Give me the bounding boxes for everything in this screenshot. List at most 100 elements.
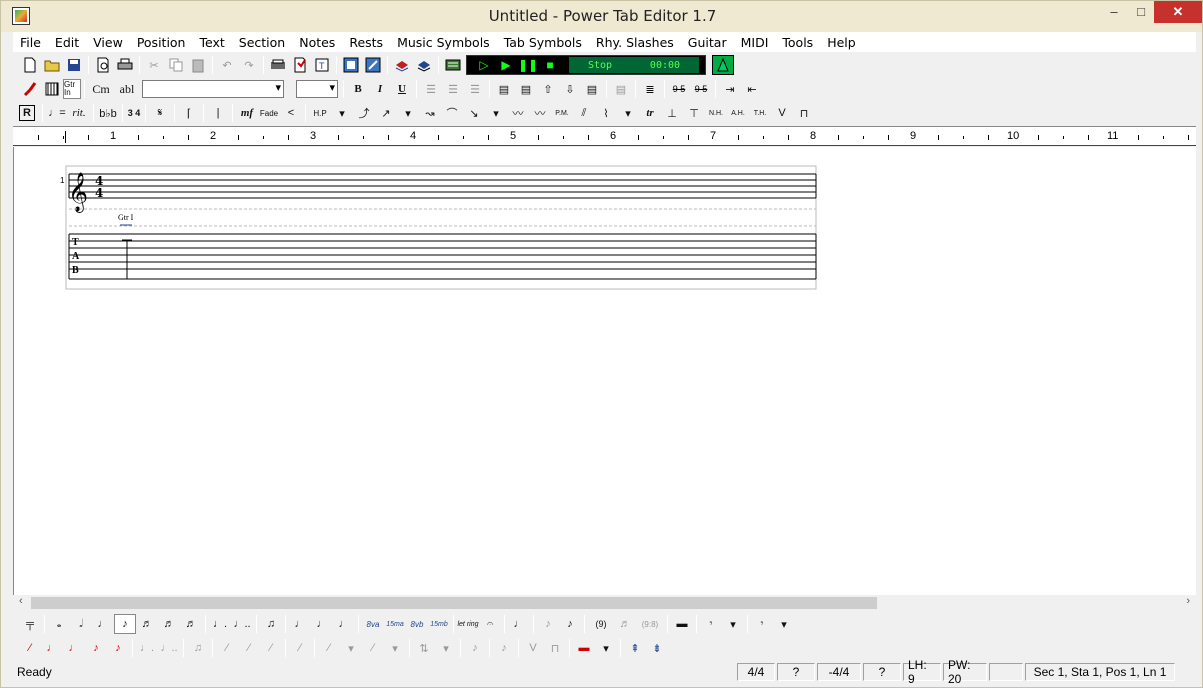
menu-edit[interactable]: Edit [48, 35, 86, 50]
arpeggio-icon[interactable]: ⌇ [595, 103, 617, 123]
natural-harmonic-button[interactable]: N.H. [705, 103, 727, 123]
guitar-in-button[interactable]: Gtr In [63, 79, 81, 99]
tuning-icon[interactable] [41, 79, 63, 99]
shift-back-button[interactable]: 9 5 [668, 79, 690, 99]
slash-double-dotted-icon[interactable]: ♩.. [158, 638, 180, 658]
ritardando-button[interactable]: rit. [68, 103, 90, 123]
dropdown-arrow-icon[interactable]: ▾ [331, 103, 353, 123]
maximize-button[interactable]: □ [1127, 1, 1155, 23]
slash-tuplet-icon[interactable]: ♪ [493, 638, 515, 658]
grace-note-icon[interactable]: ♩ [508, 614, 530, 634]
indent-increase-icon[interactable]: ⇥ [719, 79, 741, 99]
dropdown-arrow-icon[interactable]: ▾ [617, 103, 639, 123]
dropdown-arrow-icon[interactable]: ▾ [485, 103, 507, 123]
slash-tie-icon[interactable]: ♫ [187, 638, 209, 658]
italic-button[interactable]: I [369, 79, 391, 99]
palm-mute-button[interactable]: P.M. [551, 103, 573, 123]
barline-single-icon[interactable]: | [207, 103, 229, 123]
chord-name-button[interactable]: Cm [88, 79, 114, 99]
slash-downstroke-icon[interactable]: ⊓ [544, 638, 566, 658]
tab-staff[interactable] [68, 233, 817, 280]
irregular-group-icon[interactable]: ♬ [614, 614, 636, 634]
paste-icon[interactable] [187, 55, 209, 75]
save-icon[interactable] [63, 55, 85, 75]
sixteenth-note-icon[interactable]: ♬ [136, 614, 158, 634]
layers-blue-icon[interactable] [413, 55, 435, 75]
rest-icon[interactable]: 𝄾 [700, 614, 722, 634]
slash-upstroke-icon[interactable]: V [522, 638, 544, 658]
cue-note-icon[interactable]: ♪ [537, 614, 559, 634]
slash-rest-dotted-icon[interactable]: ⁄ [362, 638, 384, 658]
slide-into-icon[interactable]: ↝ [419, 103, 441, 123]
key-signature-button[interactable]: b♭b [97, 103, 119, 123]
align-left-icon[interactable]: ☰ [420, 79, 442, 99]
play-from-start-icon[interactable]: ▶ [495, 58, 517, 72]
eighth-note-icon[interactable]: ♪ [114, 614, 136, 634]
slash-marcato-icon[interactable]: ⁄ [260, 638, 282, 658]
pick-stroke-icon[interactable]: ⊥ [661, 103, 683, 123]
close-button[interactable]: ✕ [1154, 1, 1202, 23]
menu-notes[interactable]: Notes [292, 35, 342, 50]
tap-icon[interactable]: ⌒ [441, 103, 463, 123]
text-doc-icon[interactable]: T [311, 55, 333, 75]
copy-icon[interactable] [165, 55, 187, 75]
dropdown-arrow-icon[interactable]: ▾ [722, 614, 744, 634]
dropdown-arrow-icon[interactable]: ▾ [397, 103, 419, 123]
menu-tools[interactable]: Tools [775, 35, 820, 50]
dropdown-arrow-icon[interactable]: ▾ [340, 638, 362, 658]
menu-file[interactable]: File [13, 35, 48, 50]
bend-icon[interactable]: ⤴ [353, 103, 375, 123]
menu-section[interactable]: Section [232, 35, 292, 50]
time-signature-button[interactable]: 3 4 [126, 103, 142, 123]
double-dotted-note-icon[interactable]: ♩.. [231, 614, 253, 634]
let-ring-button[interactable]: let ring [457, 614, 479, 634]
menu-help[interactable]: Help [820, 35, 863, 50]
wide-vibrato-icon[interactable]: 〰 [529, 103, 551, 123]
tremolo-icon[interactable]: ⫽ [573, 103, 595, 123]
metronome-icon[interactable] [712, 55, 734, 75]
quindicesima-bassa-button[interactable]: 15mb [428, 614, 450, 634]
minimize-button[interactable]: – [1100, 1, 1128, 23]
whole-note-icon[interactable]: 𝅝 [48, 614, 70, 634]
menu-guitar[interactable]: Guitar [681, 35, 734, 50]
play-icon[interactable]: ▷ [473, 58, 495, 72]
ottava-button[interactable]: 8va [362, 614, 384, 634]
fermata-icon[interactable]: 𝄐 [479, 614, 501, 634]
quindicesima-button[interactable]: 15ma [384, 614, 406, 634]
menu-tab-symbols[interactable]: Tab Symbols [497, 35, 589, 50]
font-select[interactable] [142, 80, 284, 98]
tie-icon[interactable]: ♫ [260, 614, 282, 634]
menu-music-symbols[interactable]: Music Symbols [390, 35, 497, 50]
scroll-left-icon[interactable]: ‹ [19, 595, 23, 607]
insert-staff-above-icon[interactable]: ▤ [493, 79, 515, 99]
slide-icon[interactable]: ↗ [375, 103, 397, 123]
menu-position[interactable]: Position [130, 35, 193, 50]
scroll-right-icon[interactable]: › [1186, 595, 1190, 607]
vibrato-icon[interactable]: 〰 [507, 103, 529, 123]
open-folder-icon[interactable] [41, 55, 63, 75]
insert-staff-icon[interactable]: ▤ [515, 79, 537, 99]
repeat-ending-icon[interactable]: ⌈ [178, 103, 200, 123]
tempo-icon[interactable]: ♩= [46, 103, 68, 123]
music-staff[interactable] [68, 173, 817, 199]
tap-t-icon[interactable]: ⊤ [683, 103, 705, 123]
thirtysecond-note-icon[interactable]: ♬ [158, 614, 180, 634]
slash-grace-icon[interactable]: ♪ [464, 638, 486, 658]
trill-button[interactable]: tr [639, 103, 661, 123]
align-center-icon[interactable]: ☰ [442, 79, 464, 99]
tuplet-button[interactable]: (9) [588, 614, 614, 634]
fit-page-icon[interactable] [340, 55, 362, 75]
barline-icon[interactable]: ≣ [639, 79, 661, 99]
menu-rests[interactable]: Rests [342, 35, 390, 50]
slash-staccato-icon[interactable]: ⁄ [216, 638, 238, 658]
staff-up-icon[interactable]: ⇧ [537, 79, 559, 99]
menu-view[interactable]: View [86, 35, 130, 50]
slash-move-up-icon[interactable]: ⇞ [624, 638, 646, 658]
slash-dotted-icon[interactable]: ♩. [136, 638, 158, 658]
upstroke-button[interactable]: V [771, 103, 793, 123]
file-info-icon[interactable] [289, 55, 311, 75]
zoom-icon[interactable] [362, 55, 384, 75]
dropdown-arrow-icon[interactable]: ▾ [595, 638, 617, 658]
pause-icon[interactable]: ❚❚ [517, 58, 539, 72]
indent-decrease-icon[interactable]: ⇤ [741, 79, 763, 99]
